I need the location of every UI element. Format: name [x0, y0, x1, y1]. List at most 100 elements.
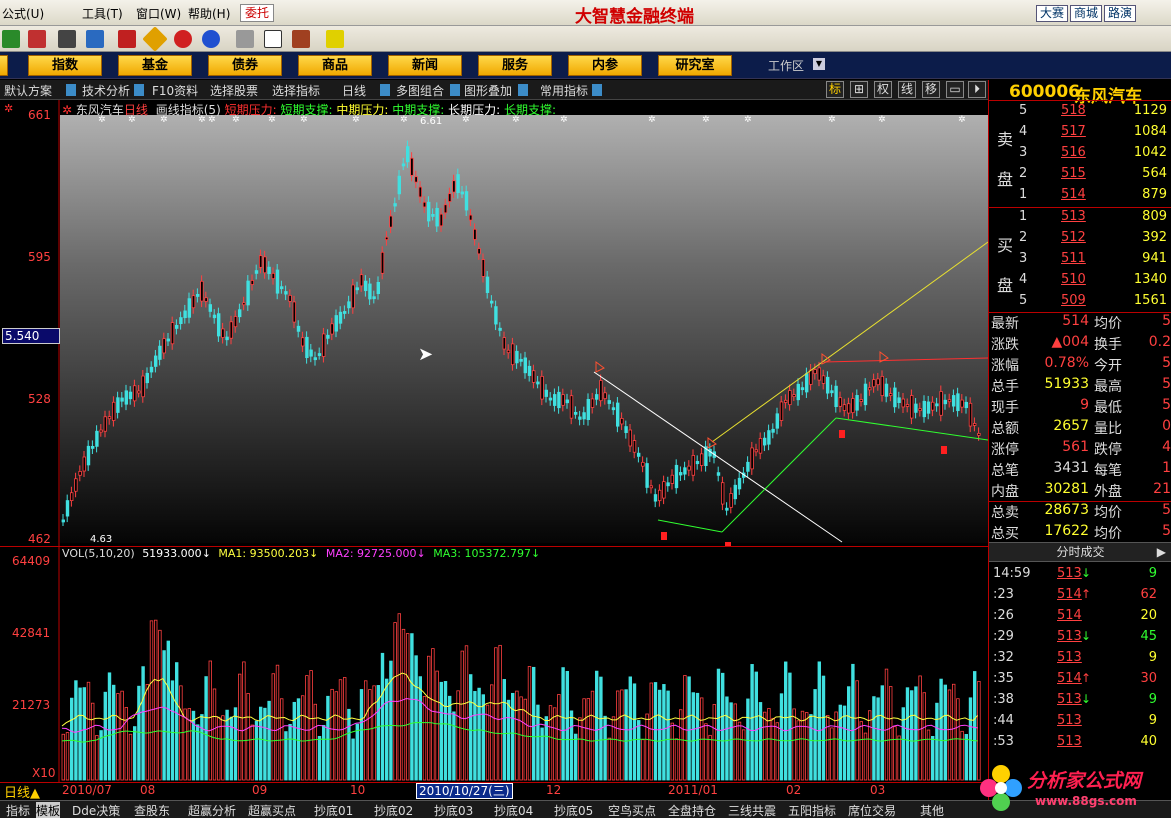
ask-row[interactable]: 5 518 1129 — [989, 103, 1171, 124]
nav-insider[interactable]: 内参 — [568, 55, 642, 76]
tb-select-stock[interactable]: 选择股票 — [210, 82, 258, 99]
menu-tools[interactable]: 工具(T) — [82, 5, 123, 22]
tab-4[interactable]: 超赢分析 — [188, 802, 236, 818]
dropdown-arrow-icon[interactable] — [380, 84, 390, 96]
tick-price: 513 — [1057, 566, 1082, 581]
dropdown-arrow-icon[interactable] — [134, 84, 144, 96]
ask-row[interactable]: 2 515 564 — [989, 166, 1171, 187]
tb-window-button[interactable]: ▭ — [946, 81, 964, 98]
ask-row[interactable]: 1 514 879 — [989, 187, 1171, 208]
tb-select-indicator[interactable]: 选择指标 — [272, 82, 320, 99]
tab-7[interactable]: 抄底02 — [374, 802, 413, 818]
bell-icon[interactable] — [86, 30, 104, 48]
tb-move-button[interactable]: 移 — [922, 81, 940, 98]
tick-direction-icon: ↓ — [1081, 692, 1092, 706]
workspace-label[interactable]: 工作区 — [768, 57, 804, 74]
tb-f10[interactable]: F10资料 — [152, 82, 198, 99]
ticks-title[interactable]: 分时成交 ▶ — [989, 542, 1171, 562]
nav-fund[interactable]: 基金 — [118, 55, 192, 76]
tab-12[interactable]: 全盘持仓 — [668, 802, 716, 818]
price-chart-svg[interactable]: ✲ ✲ ✲ ✲ ✲ ✲ ✲ ✲ ✲ ✲ ✲ ✲ ✲ ✲ ✲ ✲ ✲ ✲ ✲ 6.61 4.63 — [0, 100, 989, 546]
tb-daily[interactable]: 日线 — [342, 82, 366, 99]
bid-row[interactable]: 3 511 941 — [989, 251, 1171, 272]
tb-tech-analysis[interactable]: 技术分析 — [82, 82, 130, 99]
tb-mark-button[interactable]: 标 — [826, 81, 844, 98]
binoculars-icon[interactable] — [58, 30, 76, 48]
clipboard-icon[interactable] — [236, 30, 254, 48]
link-contest[interactable]: 大赛 — [1036, 5, 1069, 22]
tb-rights-button[interactable]: 权 — [874, 81, 892, 98]
stat-value: 0.78% — [1044, 355, 1089, 371]
diamond-icon[interactable] — [142, 26, 168, 52]
red-f-icon[interactable] — [174, 30, 192, 48]
menu-formula[interactable]: 公式(U) — [2, 5, 44, 22]
volume-chart-svg[interactable] — [0, 546, 988, 782]
tab-13[interactable]: 三线共震 — [728, 802, 776, 818]
date-02: 02 — [786, 783, 802, 797]
menu-window[interactable]: 窗口(W) — [136, 5, 181, 22]
stat-value-2: 5 — [1162, 376, 1171, 392]
dropdown-arrow-icon[interactable] — [518, 84, 528, 96]
volume-chart[interactable]: VOL(5,10,20) 51933.000↓ MA1: 93500.203↓ … — [0, 546, 988, 782]
help-pointer-icon[interactable] — [326, 30, 344, 48]
vol-axis-21273: 21273 — [12, 698, 51, 712]
nav-index[interactable]: 指数 — [28, 55, 102, 76]
bid-row[interactable]: 1 513 809 — [989, 209, 1171, 230]
menu-help[interactable]: 帮助(H) — [188, 5, 230, 22]
bid-row[interactable]: 4 510 1340 — [989, 272, 1171, 293]
tab-3[interactable]: 查股东 — [134, 802, 170, 818]
ask-row[interactable]: 4 517 1084 — [989, 124, 1171, 145]
nav-bond[interactable]: 债券 — [208, 55, 282, 76]
nav-news[interactable]: 新闻 — [388, 55, 462, 76]
tick-row: :35 514 ↑ 30 — [989, 671, 1171, 692]
tab-14[interactable]: 五阳指标 — [788, 802, 836, 818]
header-line-5: 长期支撑: — [503, 103, 556, 117]
link-roadshow[interactable]: 路演 — [1104, 5, 1137, 22]
tab-0[interactable]: 指标 — [6, 802, 30, 818]
nav-commodity[interactable]: 商品 — [298, 55, 372, 76]
link-mall[interactable]: 商城 — [1070, 5, 1103, 22]
books-icon[interactable] — [292, 30, 310, 48]
tb-grid-button[interactable]: ⊞ — [850, 81, 868, 98]
tab-11[interactable]: 空鸟买点 — [608, 802, 656, 818]
ask-row[interactable]: 3 516 1042 — [989, 145, 1171, 166]
chart-icon[interactable] — [2, 30, 20, 48]
star-icon: ✲ — [62, 103, 73, 117]
tb-multi-chart[interactable]: 多图组合 — [396, 82, 444, 99]
stat-value-2: 21 — [1153, 481, 1171, 497]
tab-9[interactable]: 抄底04 — [494, 802, 533, 818]
stat-label-2: 最低 — [1094, 400, 1122, 416]
tb-default-scheme[interactable]: 默认方案 — [4, 82, 52, 99]
nav-service[interactable]: 服务 — [478, 55, 552, 76]
tb-line-button[interactable]: 线 — [898, 81, 916, 98]
tb-common-indicators[interactable]: 常用指标 — [540, 82, 588, 99]
tab-1[interactable]: 模板 — [36, 802, 61, 818]
tab-15[interactable]: 席位交易 — [848, 802, 896, 818]
tab-8[interactable]: 抄底03 — [434, 802, 473, 818]
entrust-button[interactable]: 委托 — [240, 4, 274, 22]
ask-price: 516 — [1061, 145, 1086, 160]
ask-price: 515 — [1061, 166, 1086, 181]
period-label[interactable]: 日线▲ — [4, 782, 40, 801]
bid-row[interactable]: 5 509 1561 — [989, 293, 1171, 314]
price-chart[interactable]: ✲ ✲ ✲ ✲ ✲ ✲ ✲ ✲ ✲ ✲ ✲ ✲ ✲ ✲ ✲ ✲ ✲ ✲ ✲ 6.61 4.63 ✲ 东风汽车日线 画… — [0, 100, 989, 546]
dropdown-arrow-icon[interactable] — [450, 84, 460, 96]
blue-f-icon[interactable] — [202, 30, 220, 48]
tab-10[interactable]: 抄底05 — [554, 802, 593, 818]
dropdown-arrow-icon[interactable] — [66, 84, 76, 96]
workspace-dropdown-icon[interactable]: ▼ — [813, 58, 825, 70]
tab-16[interactable]: 其他 — [920, 802, 944, 818]
tb-play-button[interactable]: ⏵ — [968, 81, 986, 98]
bid-level: 1 — [1019, 209, 1028, 224]
tb-overlay[interactable]: 图形叠加 — [464, 82, 512, 99]
bars-icon[interactable] — [28, 30, 46, 48]
dropdown-arrow-icon[interactable] — [592, 84, 602, 96]
tab-5[interactable]: 超赢买点 — [248, 802, 296, 818]
window-icon[interactable] — [264, 30, 282, 48]
tab-2[interactable]: Dde决策 — [72, 802, 120, 818]
nav-research[interactable]: 研究室 — [658, 55, 732, 76]
tab-6[interactable]: 抄底01 — [314, 802, 353, 818]
bid-row[interactable]: 2 512 392 — [989, 230, 1171, 251]
tick-price: 514 — [1057, 587, 1082, 602]
trend-icon[interactable] — [118, 30, 136, 48]
